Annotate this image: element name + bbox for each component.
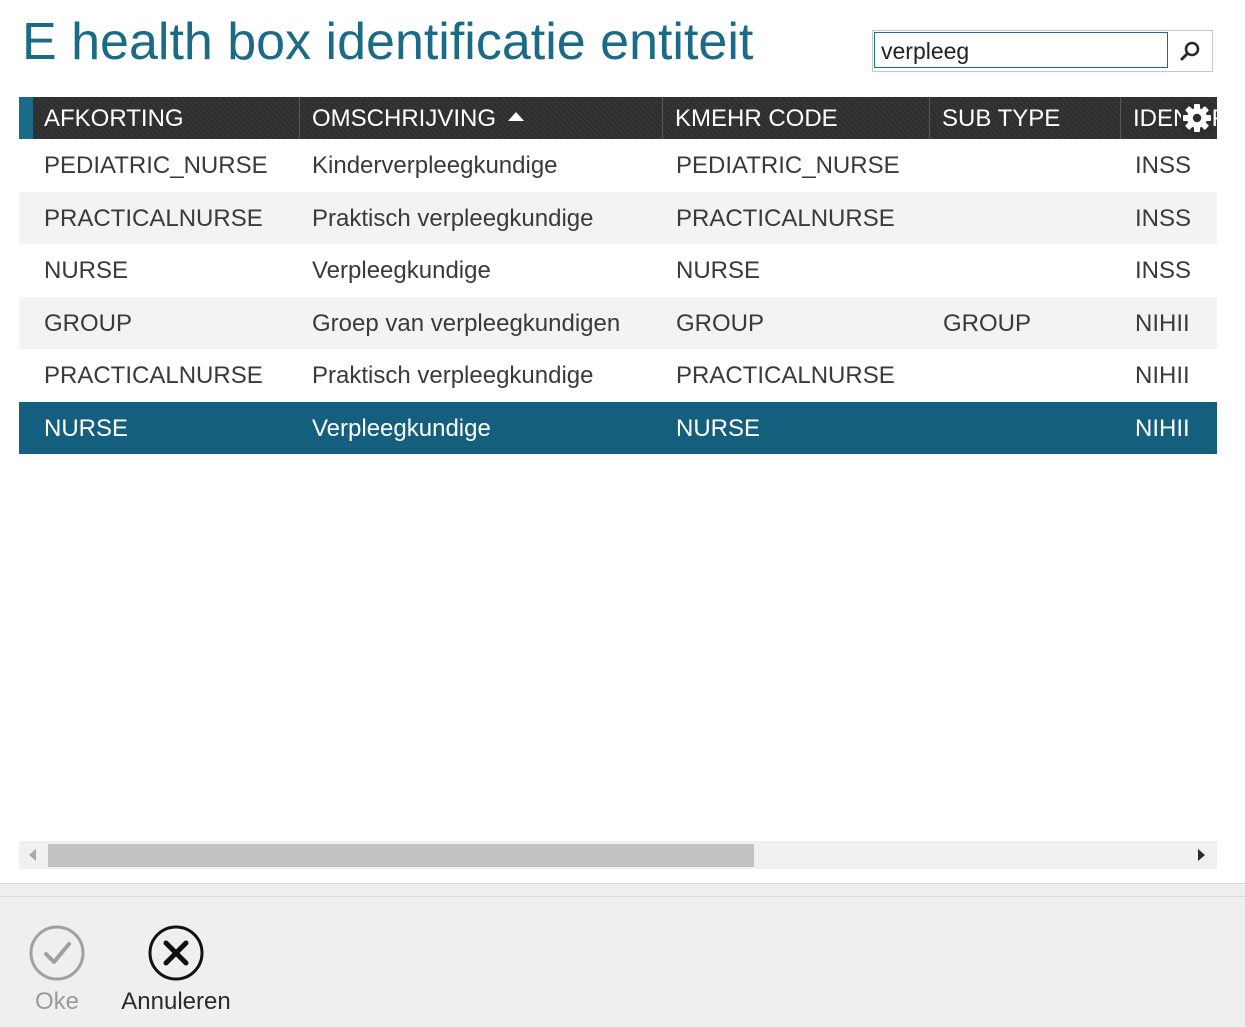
cell-kmehr-code: PRACTICALNURSE [676,362,895,389]
cell-omschrijving: Praktisch verpleegkundige [312,362,594,389]
cell-identificatie: INSS [1135,204,1192,232]
table-row[interactable]: PRACTICALNURSE Praktisch verpleegkundige… [19,191,1217,244]
scroll-left-arrow-icon[interactable] [29,849,36,861]
search-box [872,30,1213,72]
cancel-button[interactable]: Annuleren [117,924,235,1016]
table-row[interactable]: PEDIATRIC_NURSE Kinderverpleegkundige PE… [19,139,1217,192]
sort-ascending-icon [508,112,525,121]
search-button[interactable] [1168,31,1212,71]
column-header-label: KMEHR CODE [675,105,838,132]
cell-kmehr-code: PEDIATRIC_NURSE [676,152,900,179]
cell-sub-type: GROUP [943,309,1032,337]
cell-omschrijving: Praktisch verpleegkundige [312,204,594,232]
cell-omschrijving: Verpleegkundige [312,257,491,284]
search-icon [1180,41,1200,61]
cell-omschrijving: Kinderverpleegkundige [312,152,558,179]
data-grid: AFKORTING OMSCHRIJVING KMEHR CODE SUB TY… [19,97,1217,454]
scrollbar-thumb[interactable] [48,844,754,867]
cell-identificatie: NIHII [1135,309,1190,337]
column-header-label: OMSCHRIJVING [312,105,497,132]
cell-afkorting: PRACTICALNURSE [44,204,263,232]
search-input[interactable] [874,32,1168,68]
table-row-selected[interactable]: NURSE Verpleegkundige NURSE NIHII [19,401,1217,454]
footer-toolbar: Oke Annuleren [0,883,1245,1027]
cell-kmehr-code: NURSE [676,414,761,442]
close-circle-icon [148,925,204,981]
ok-label: Oke [34,988,79,1015]
page-title: E health box identificatie entiteit [22,13,754,71]
horizontal-scrollbar[interactable] [19,841,1217,869]
column-header-kmehr-code[interactable]: KMEHR CODE [662,97,929,139]
cell-afkorting: PRACTICALNURSE [44,362,263,389]
cell-afkorting: NURSE [44,414,129,442]
table-row[interactable]: NURSE Verpleegkundige NURSE INSS [19,244,1217,297]
cell-afkorting: GROUP [44,309,133,337]
cell-identificatie: NIHII [1135,414,1190,442]
column-header-label: AFKORTING [44,105,184,132]
cell-identificatie: INSS [1135,257,1192,284]
table-row[interactable]: GROUP Groep van verpleegkundigen GROUP G… [19,296,1217,349]
cell-kmehr-code: GROUP [676,309,765,337]
cell-identificatie: INSS [1135,152,1192,179]
ok-button[interactable]: Oke [22,924,92,1016]
gear-icon [1183,104,1211,132]
cell-omschrijving: Verpleegkundige [312,414,491,442]
footer-divider [0,896,1245,897]
checkmark-circle-icon [29,925,85,981]
grid-settings-button[interactable] [1181,102,1213,134]
grid-header: AFKORTING OMSCHRIJVING KMEHR CODE SUB TY… [19,97,1217,139]
column-header-sub-type[interactable]: SUB TYPE [929,97,1120,139]
grid-body: PEDIATRIC_NURSE Kinderverpleegkundige PE… [19,139,1217,454]
column-header-afkorting[interactable]: AFKORTING [33,97,299,139]
column-header-omschrijving[interactable]: OMSCHRIJVING [299,97,662,139]
column-header-label: SUB TYPE [942,105,1061,132]
cancel-label: Annuleren [121,988,231,1015]
cell-kmehr-code: NURSE [676,257,761,284]
cell-kmehr-code: PRACTICALNURSE [676,204,895,232]
cell-identificatie: NIHII [1135,362,1190,389]
cell-omschrijving: Groep van verpleegkundigen [312,309,621,337]
scroll-right-arrow-icon[interactable] [1198,849,1205,861]
cell-afkorting: NURSE [44,257,129,284]
cell-afkorting: PEDIATRIC_NURSE [44,152,268,179]
table-row[interactable]: PRACTICALNURSE Praktisch verpleegkundige… [19,349,1217,402]
